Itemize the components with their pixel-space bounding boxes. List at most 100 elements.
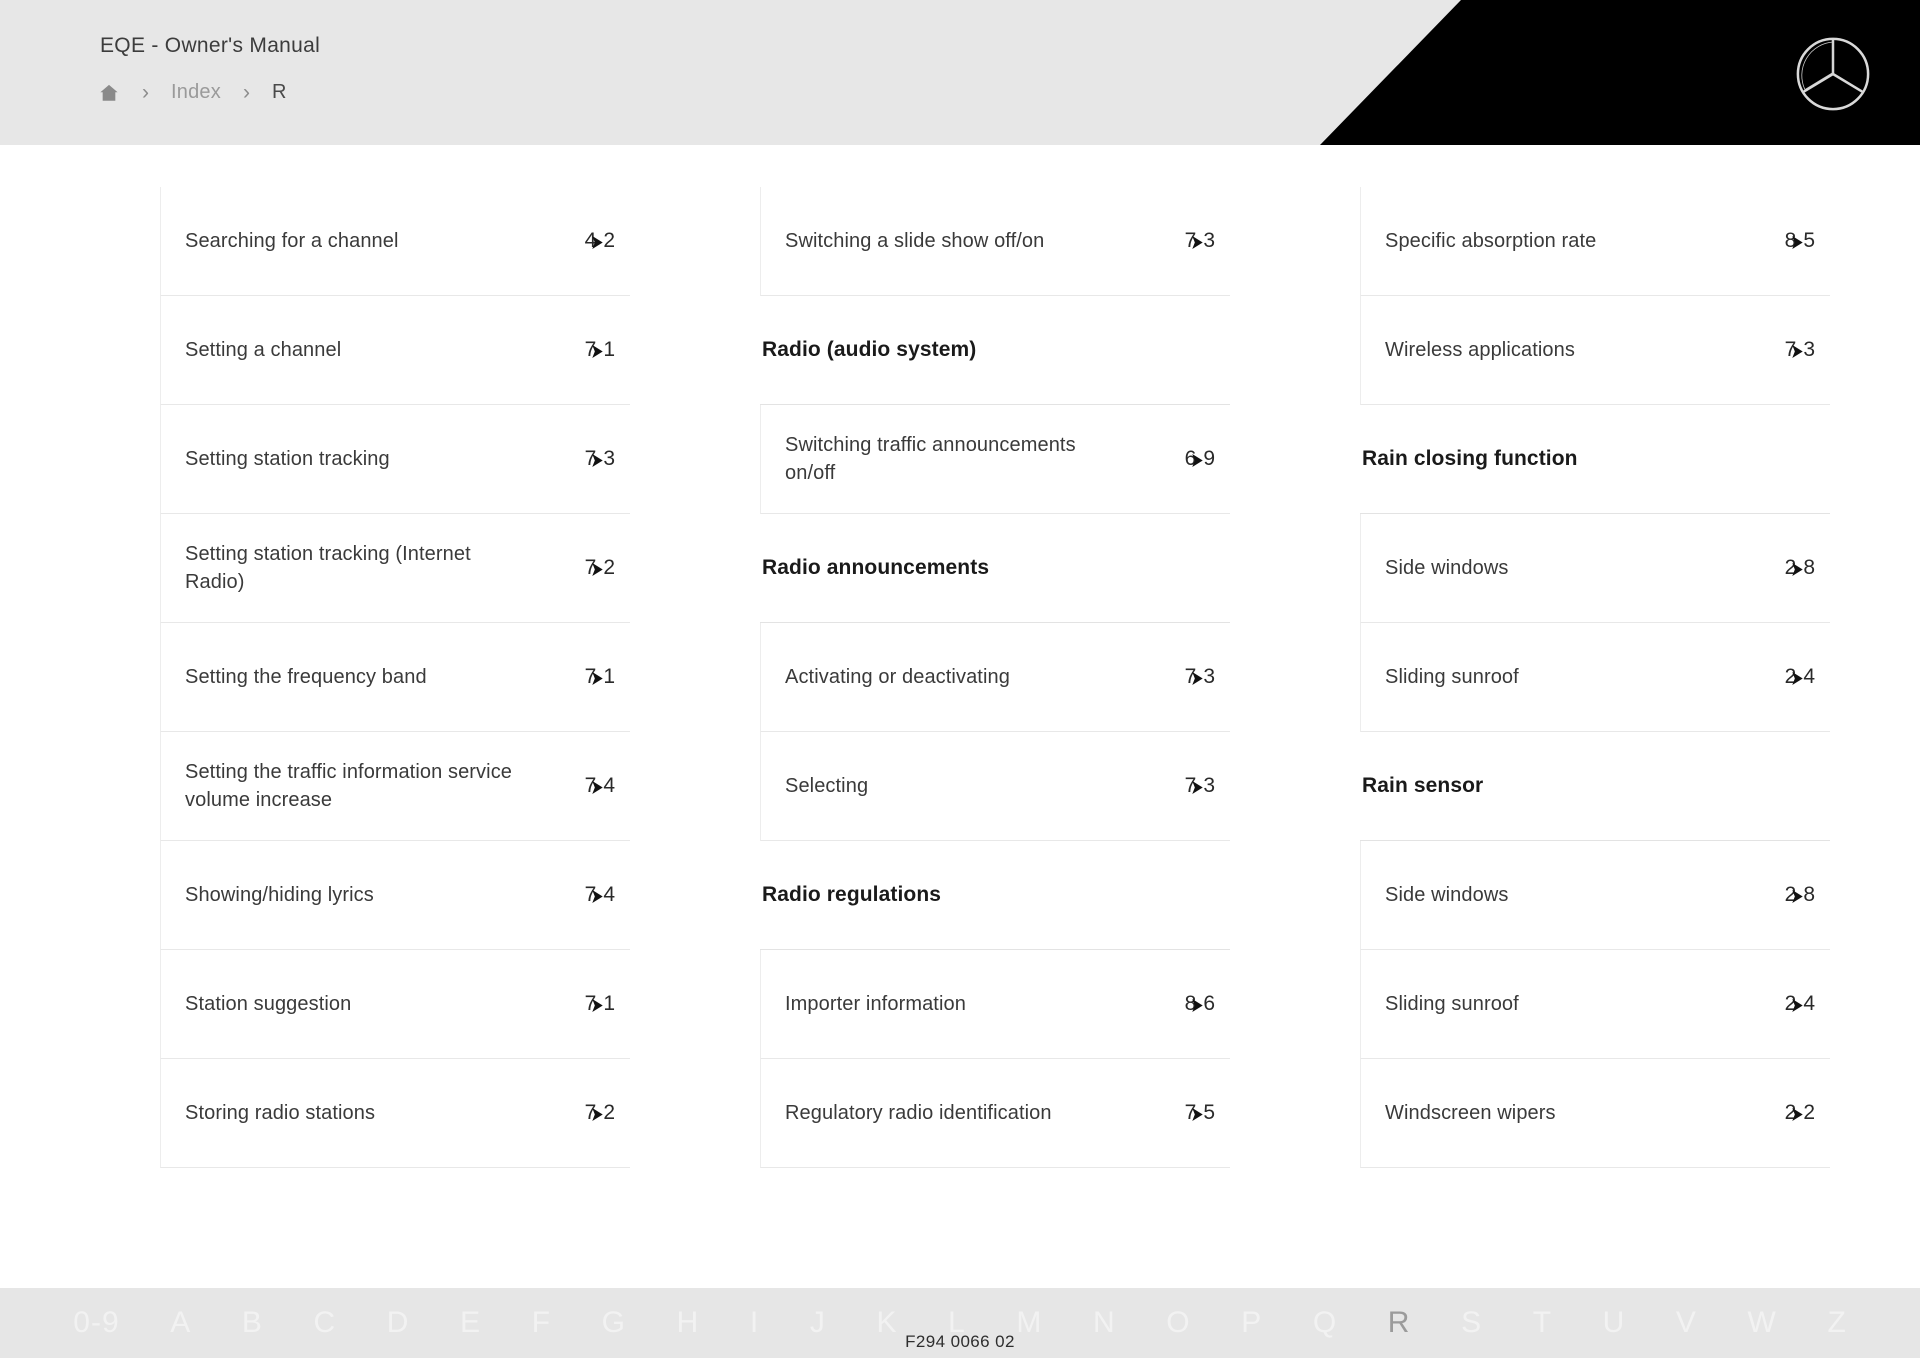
page-reference-arrow-icon [1188, 669, 1207, 688]
index-entry-page-reference[interactable]: 28 [1754, 883, 1815, 907]
index-entry-page-reference[interactable]: 24 [1754, 665, 1815, 689]
index-entry-label: Setting station tracking (Internet Radio… [185, 542, 471, 593]
index-entry-label: Importer information [785, 992, 966, 1015]
index-entry[interactable]: Windscreen wipers 2 2 [1360, 1059, 1830, 1168]
index-entry[interactable]: Importer information 8 6 [760, 950, 1230, 1059]
home-icon[interactable] [98, 82, 120, 104]
index-entry[interactable]: Side windows 2 8 [1360, 841, 1830, 950]
index-entry[interactable]: Station suggestion 7 1 [160, 950, 630, 1059]
index-column: Searching for a channel 4 2 Setting a chann… [160, 187, 630, 1168]
index-entry-page-reference[interactable]: 73 [554, 447, 615, 471]
document-code: F294 0066 02 [905, 1332, 1015, 1351]
breadcrumb: › Index › R [98, 78, 287, 106]
index-entry-label: Selecting [785, 774, 869, 797]
breadcrumb-separator-1: › [142, 80, 149, 104]
page-reference-arrow-icon [1788, 1105, 1807, 1124]
index-entry-label: Regulatory radio identification [785, 1101, 1052, 1124]
index-entry-label: Side windows [1385, 556, 1509, 579]
index-entry[interactable]: Showing/hiding lyrics 7 4 [160, 841, 630, 950]
page-reference-arrow-icon [588, 342, 607, 361]
index-group-title: Rain sensor [1360, 732, 1830, 841]
index-entry-label: Searching for a channel [185, 229, 399, 252]
index-entry-page-reference[interactable]: 28 [1754, 556, 1815, 580]
index-group-title: Rain closing function [1360, 405, 1830, 514]
index-entry-label: Setting a channel [185, 338, 342, 361]
index-entry-label: Setting the frequency band [185, 665, 427, 688]
index-entry[interactable]: Setting the traffic information service … [160, 732, 630, 841]
index-entry-label: Sliding sunroof [1385, 665, 1519, 688]
index-group-title: Radio regulations [760, 841, 1230, 950]
index-columns: Searching for a channel 4 2 Setting a chann… [0, 187, 1920, 1168]
index-entry[interactable]: Setting the frequency band 7 1 [160, 623, 630, 732]
index-entry-label: Specific absorption rate [1385, 229, 1597, 252]
index-entry-page-reference[interactable]: 73 [1754, 338, 1815, 362]
index-entry-page-reference[interactable]: 72 [554, 1101, 615, 1125]
index-entry-label: Storing radio stations [185, 1101, 376, 1124]
page-reference-arrow-icon [588, 233, 607, 252]
index-column: Specific absorption rate 8 5 Wireless appli… [1360, 187, 1830, 1168]
index-entry[interactable]: Setting station tracking (Internet Radio… [160, 514, 630, 623]
index-entry-label: Activating or deactivating [785, 665, 1010, 688]
index-entry-page-reference[interactable]: 24 [1754, 992, 1815, 1016]
index-entry[interactable]: Setting a channel 7 1 [160, 296, 630, 405]
index-entry[interactable]: Switching traffic announcements on/off 6 9 [760, 405, 1230, 514]
breadcrumb-item-current: R [271, 80, 287, 103]
page-reference-arrow-icon [1788, 560, 1807, 579]
index-entry-page-reference[interactable]: 72 [554, 556, 615, 580]
index-group-title: Radio (audio system) [760, 296, 1230, 405]
index-entry-label: Wireless applications [1385, 338, 1575, 361]
page-reference-arrow-icon [1188, 233, 1207, 252]
page-reference-arrow-icon [1788, 669, 1807, 688]
index-entry-page-reference[interactable]: 73 [1154, 665, 1215, 689]
index-entry-page-reference[interactable]: 73 [1154, 229, 1215, 253]
page-reference-arrow-icon [1788, 996, 1807, 1015]
index-entry-label: Side windows [1385, 883, 1509, 906]
index-entry[interactable]: Searching for a channel 4 2 [160, 187, 630, 296]
page-reference-arrow-icon [1788, 342, 1807, 361]
index-entry-page-reference[interactable]: 22 [1754, 1101, 1815, 1125]
page-reference-arrow-icon [1788, 887, 1807, 906]
page-reference-arrow-icon [588, 1105, 607, 1124]
index-entry-page-reference[interactable]: 42 [554, 229, 615, 253]
page-reference-arrow-icon [1188, 1105, 1207, 1124]
index-entry-label: Showing/hiding lyrics [185, 883, 374, 906]
index-entry[interactable]: Regulatory radio identification 7 5 [760, 1059, 1230, 1168]
index-entry-label: Setting station tracking [185, 447, 390, 470]
index-entry[interactable]: Specific absorption rate 8 5 [1360, 187, 1830, 296]
index-entry-label: Setting the traffic information service … [185, 760, 513, 811]
index-entry[interactable]: Storing radio stations 7 2 [160, 1059, 630, 1168]
page-reference-arrow-icon [1188, 996, 1207, 1015]
index-column: Switching a slide show off/on 7 3 Radio (au… [760, 187, 1230, 1168]
index-entry[interactable]: Wireless applications 7 3 [1360, 296, 1830, 405]
index-entry-page-reference[interactable]: 71 [554, 338, 615, 362]
page-reference-arrow-icon [588, 451, 607, 470]
index-entry[interactable]: Activating or deactivating 7 3 [760, 623, 1230, 732]
index-entry-page-reference[interactable]: 74 [554, 883, 615, 907]
index-entry-page-reference[interactable]: 71 [554, 992, 615, 1016]
index-entry-page-reference[interactable]: 85 [1754, 229, 1815, 253]
page-header: EQE - Owner's Manual › Index › R [0, 0, 1920, 145]
breadcrumb-separator-2: › [242, 80, 250, 104]
index-entry[interactable]: Sliding sunroof 2 4 [1360, 623, 1830, 732]
index-entry[interactable]: Switching a slide show off/on 7 3 [760, 187, 1230, 296]
index-entry-page-reference[interactable]: 69 [1154, 447, 1215, 471]
index-entry-label: Station suggestion [185, 992, 352, 1015]
index-entry[interactable]: Setting station tracking 7 3 [160, 405, 630, 514]
index-entry-label: Switching a slide show off/on [785, 229, 1045, 252]
page-reference-arrow-icon [1188, 778, 1207, 797]
index-entry[interactable]: Side windows 2 8 [1360, 514, 1830, 623]
index-entry-page-reference[interactable]: 75 [1154, 1101, 1215, 1125]
page-reference-arrow-icon [588, 996, 607, 1015]
index-entry-page-reference[interactable]: 74 [554, 774, 615, 798]
page-reference-arrow-icon [1788, 233, 1807, 252]
breadcrumb-item-index[interactable]: Index [171, 81, 221, 104]
index-entry[interactable]: Selecting 7 3 [760, 732, 1230, 841]
index-entry-page-reference[interactable]: 73 [1154, 774, 1215, 798]
mercedes-benz-star-icon [1794, 35, 1872, 113]
page-reference-arrow-icon [588, 560, 607, 579]
page-reference-arrow-icon [588, 778, 607, 797]
index-group-title: Radio announcements [760, 514, 1230, 623]
index-entry-page-reference[interactable]: 71 [554, 665, 615, 689]
index-entry[interactable]: Sliding sunroof 2 4 [1360, 950, 1830, 1059]
index-entry-page-reference[interactable]: 86 [1154, 992, 1215, 1016]
